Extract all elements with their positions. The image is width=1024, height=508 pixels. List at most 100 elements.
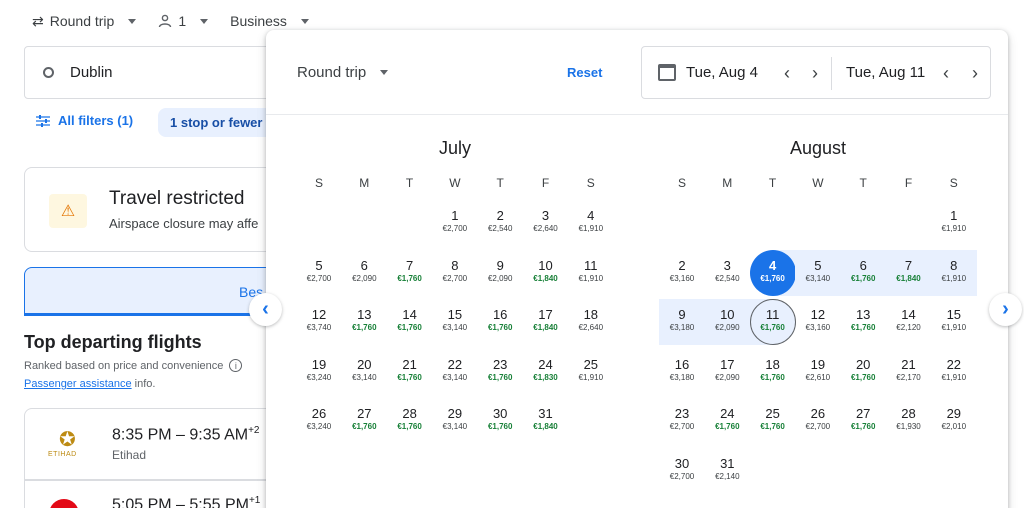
calendar-day[interactable]: 2 €3,160 [659, 250, 705, 296]
calendar-day[interactable]: 28 €1,760 [387, 398, 433, 444]
next-month-button[interactable]: › [989, 293, 1022, 326]
calendar-day[interactable]: 23 €1,760 [477, 349, 523, 395]
day-number: 31 [720, 455, 735, 471]
calendar-day[interactable]: 3 €2,640 [523, 200, 569, 246]
all-filters-button[interactable]: All filters (1) [36, 113, 133, 128]
day-price: €1,910 [941, 323, 967, 332]
calendar-day[interactable]: 27 €1,760 [341, 398, 387, 444]
calendar-day[interactable]: 2 €2,540 [477, 200, 523, 246]
calendar-day[interactable]: 6 €2,090 [341, 250, 387, 296]
calendar-day[interactable]: 5 €2,700 [296, 250, 342, 296]
calendar-day[interactable]: 9 €3,180 [659, 299, 705, 345]
picker-trip-type-select[interactable]: Round trip [297, 64, 389, 81]
calendar-day[interactable]: 31 €1,840 [523, 398, 569, 444]
calendar-day[interactable]: 22 €1,910 [931, 349, 977, 395]
calendar-day[interactable]: 8 €1,910 [930, 249, 977, 296]
calendar-day[interactable]: 24 €1,830 [523, 349, 569, 395]
calendar-day[interactable]: 21 €1,760 [387, 349, 433, 395]
chevron-right-icon[interactable]: › [972, 63, 978, 83]
day-number: 7 [405, 257, 414, 273]
day-number: 11 [765, 307, 780, 322]
weekday-header: SMTWTFS [296, 176, 614, 196]
day-number: 12 [810, 307, 826, 322]
calendar-day[interactable]: 30 €1,760 [477, 398, 523, 444]
stops-filter-chip[interactable]: 1 stop or fewer [158, 108, 275, 137]
calendar-day[interactable]: 24 €1,760 [704, 398, 750, 444]
calendar-day[interactable]: 27 €1,760 [840, 398, 886, 444]
calendar-day[interactable]: 30 €2,700 [659, 448, 705, 494]
trip-type-select[interactable]: ⇄ Round trip [32, 13, 137, 30]
warning-icon: ⚠ [49, 194, 87, 228]
calendar-day[interactable]: 6 €1,760 [840, 249, 887, 296]
calendar-day[interactable]: 18 €2,640 [568, 299, 614, 345]
return-date[interactable]: Tue, Aug 11 [846, 64, 925, 81]
info-icon[interactable]: i [229, 359, 243, 372]
calendar-day[interactable]: 22 €3,140 [432, 349, 478, 395]
calendar-day[interactable]: 8 €2,700 [432, 250, 478, 296]
day-price: €3,140 [442, 323, 468, 332]
departure-date[interactable]: Tue, Aug 4 [686, 64, 758, 81]
weekday-header: SMTWTFS [659, 176, 977, 196]
calendar-day[interactable]: 21 €2,170 [886, 349, 932, 395]
day-number: 18 [583, 307, 599, 322]
calendar-day[interactable]: 25 €1,760 [750, 398, 796, 444]
calendar-day[interactable]: 13 €1,760 [840, 299, 886, 345]
cabin-select[interactable]: Business [230, 13, 309, 29]
day-number: 5 [315, 257, 323, 273]
calendar-day[interactable]: 7 €1,840 [885, 249, 932, 296]
calendar-day[interactable]: 14 €1,760 [387, 299, 433, 345]
day-number: 25 [765, 406, 780, 421]
calendar-day[interactable]: 29 €3,140 [432, 398, 478, 444]
calendar-day[interactable]: 4 €1,910 [568, 200, 614, 246]
chevron-left-icon[interactable]: ‹ [784, 63, 790, 83]
calendar-day[interactable]: 12 €3,160 [795, 299, 841, 345]
weekday-label: T [405, 176, 414, 190]
calendar-day[interactable]: 5 €3,140 [794, 249, 841, 296]
calendar-day[interactable]: 12 €3,740 [296, 299, 342, 345]
calendar-day[interactable]: 9 €2,090 [477, 250, 523, 296]
calendar-day[interactable]: 19 €2,610 [795, 349, 841, 395]
weekday-label: T [768, 176, 777, 190]
calendar-day[interactable]: 4 €1,760 [749, 249, 796, 296]
calendar-day[interactable]: 19 €3,240 [296, 349, 342, 395]
chevron-right-icon[interactable]: › [812, 63, 818, 83]
prev-month-button[interactable]: ‹ [249, 293, 282, 326]
calendar-day[interactable]: 14 €2,120 [886, 299, 932, 345]
day-price: €2,090 [352, 273, 377, 283]
calendar-day[interactable]: 20 €3,140 [341, 349, 387, 395]
passenger-select[interactable]: 1 [158, 13, 209, 29]
calendar-day[interactable]: 11 €1,910 [568, 250, 614, 296]
calendar-day[interactable]: 28 €1,930 [886, 398, 932, 444]
calendar-day[interactable]: 15 €3,140 [432, 299, 478, 345]
calendar-day[interactable]: 20 €1,760 [840, 349, 886, 395]
calendar-day[interactable]: 10 €1,840 [523, 250, 569, 296]
day-number: 1 [950, 208, 958, 223]
origin-value: Dublin [70, 64, 113, 81]
calendar-day[interactable]: 26 €2,700 [795, 398, 841, 444]
calendar-day[interactable]: 1 €2,700 [432, 200, 478, 246]
calendar-day[interactable]: 16 €1,760 [477, 299, 523, 345]
calendar-day[interactable]: 29 €2,010 [931, 398, 977, 444]
passenger-assistance-link[interactable]: Passenger assistance [24, 378, 132, 390]
calendar-day[interactable]: 18 €1,760 [750, 349, 796, 395]
flight-time-range: 8:35 PM – 9:35 AM [112, 426, 249, 444]
calendar-day[interactable]: 11 €1,760 [749, 299, 796, 345]
calendar-day[interactable]: 10 €2,090 [704, 299, 751, 345]
calendar-day[interactable]: 1 €1,910 [931, 200, 977, 246]
calendar-day[interactable]: 25 €1,910 [568, 349, 614, 395]
calendar-day[interactable]: 3 €2,540 [704, 250, 750, 296]
calendar-day[interactable]: 17 €1,840 [523, 299, 569, 345]
calendar-day[interactable]: 23 €2,700 [659, 398, 705, 444]
calendar-day[interactable]: 26 €3,240 [296, 398, 342, 444]
calendar-day[interactable]: 31 €2,140 [704, 448, 750, 494]
day-number: 17 [720, 356, 735, 372]
chevron-left-icon[interactable]: ‹ [943, 63, 949, 83]
calendar-day[interactable]: 13 €1,760 [341, 299, 387, 345]
day-number: 20 [357, 356, 372, 372]
calendar-day[interactable]: 7 €1,760 [387, 250, 433, 296]
calendar-day[interactable]: 17 €2,090 [704, 349, 750, 395]
calendar-day[interactable]: 16 €3,180 [659, 349, 705, 395]
calendar-day[interactable]: 15 €1,910 [931, 299, 977, 345]
reset-button[interactable]: Reset [567, 65, 602, 80]
passenger-assistance-line: Passenger assistance info. [24, 378, 155, 390]
